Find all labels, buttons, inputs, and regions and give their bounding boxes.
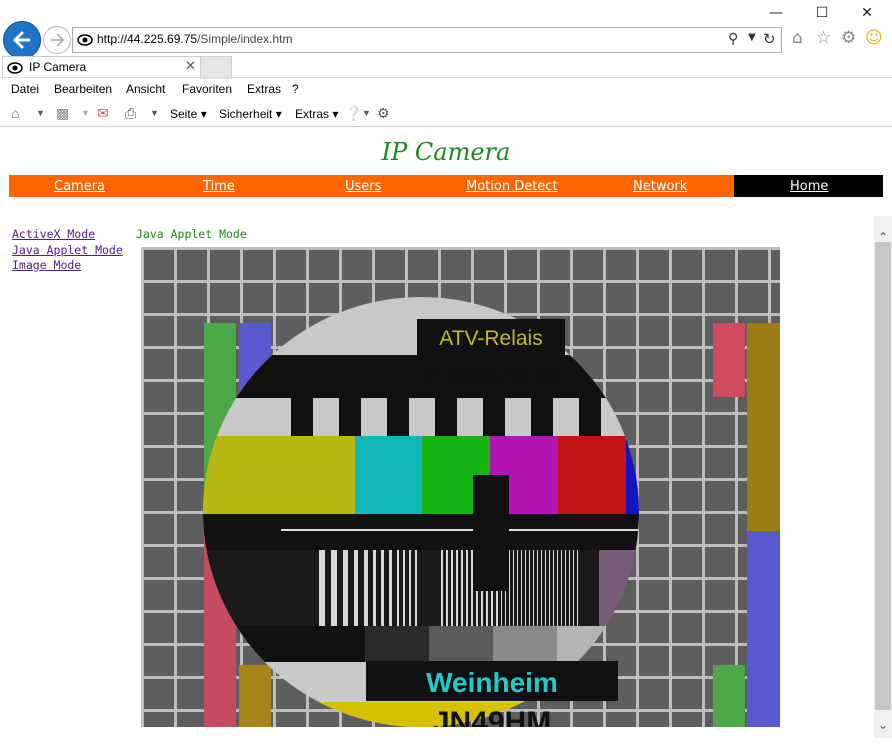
menu-help[interactable]: ?	[292, 82, 299, 96]
tab-title: IP Camera	[29, 60, 87, 74]
nav-time[interactable]: Time	[203, 179, 235, 194]
vertical-scrollbar[interactable]: ⌃ ⌄	[874, 216, 892, 738]
home-icon[interactable]: ⌂	[11, 105, 19, 121]
scrollbar-thumb[interactable]	[875, 242, 891, 710]
home-icon[interactable]: ⌂	[792, 28, 803, 48]
activex-mode-link[interactable]: ActiveX Mode	[12, 227, 95, 241]
minimize-icon[interactable]: —	[761, 3, 791, 23]
gear-icon[interactable]: ⚙	[841, 28, 856, 48]
search-icon[interactable]: ⚲	[728, 31, 738, 47]
close-icon[interactable]: ✕	[852, 3, 882, 23]
tab-strip: IP Camera ✕	[0, 56, 892, 79]
page-favicon-icon	[77, 34, 93, 46]
nav-motion-detect[interactable]: Motion Detect	[466, 179, 558, 194]
locator-label: JN49HM	[433, 706, 551, 727]
chevron-down-icon[interactable]: ▼	[81, 108, 90, 118]
forward-arrow-icon	[51, 33, 65, 47]
research-icon[interactable]: ⚙	[377, 105, 390, 122]
scroll-down-icon[interactable]: ⌄	[875, 716, 891, 734]
safety-menu-label: Sicherheit	[219, 107, 273, 121]
image-mode-link[interactable]: Image Mode	[12, 258, 81, 272]
tools-menu[interactable]: Extras ▾	[295, 107, 338, 121]
nav-camera[interactable]: Camera	[54, 179, 105, 194]
command-bar: ⌂ ▼ ▩ ▼ ✉ ⎙ ▼ Seite ▾ Sicherheit ▾ Extra…	[0, 101, 892, 125]
page-menu[interactable]: Seite ▾	[170, 107, 207, 121]
city-label: Weinheim	[426, 667, 558, 698]
help-icon[interactable]: ❔	[345, 105, 362, 122]
menu-view[interactable]: Ansicht	[126, 82, 165, 96]
chevron-down-icon[interactable]: ▼	[362, 108, 371, 118]
back-button[interactable]	[3, 21, 41, 59]
rss-feed-icon[interactable]: ▩	[56, 105, 69, 122]
test-pattern-image: ATV-Relais DBØUKW Weinheim JN49HM	[141, 247, 780, 727]
callsign-label: DBØUKW	[422, 361, 561, 394]
star-icon[interactable]: ☆	[816, 28, 831, 48]
atv-relais-label: ATV-Relais	[439, 327, 542, 350]
menu-favorites[interactable]: Favoriten	[182, 82, 232, 96]
menu-edit[interactable]: Bearbeiten	[54, 82, 112, 96]
tools-menu-label: Extras	[295, 107, 330, 121]
mode-label: Java Applet Mode	[136, 227, 247, 241]
menu-bar: Datei Bearbeiten Ansicht Favoriten Extra…	[0, 78, 892, 100]
chevron-down-icon[interactable]: ▼	[36, 108, 45, 118]
divider	[0, 126, 892, 127]
eye-favicon-icon	[7, 62, 23, 74]
mail-icon[interactable]: ✉	[97, 105, 109, 122]
nav-network[interactable]: Network	[633, 179, 687, 194]
address-bar[interactable]: http://44.225.69.75/Simple/index.htm ⚲ ▼…	[72, 27, 782, 53]
print-icon[interactable]: ⎙	[125, 105, 136, 122]
chevron-down-icon[interactable]: ▼	[150, 108, 159, 118]
address-url[interactable]: http://44.225.69.75/Simple/index.htm	[97, 32, 292, 46]
forward-button[interactable]	[43, 26, 71, 54]
smiley-icon[interactable]: ☺	[865, 28, 883, 48]
maximize-icon[interactable]: ☐	[807, 3, 837, 23]
java-applet-mode-link[interactable]: Java Applet Mode	[12, 243, 123, 257]
nav-home[interactable]: Home	[790, 179, 828, 194]
close-tab-icon[interactable]: ✕	[185, 59, 196, 74]
tab-ip-camera[interactable]: IP Camera ✕	[2, 56, 201, 79]
chevron-down-icon[interactable]: ▼	[748, 32, 756, 43]
menu-tools[interactable]: Extras	[247, 82, 281, 96]
main-nav: Camera Time Users Motion Detect Network …	[9, 175, 883, 197]
nav-users[interactable]: Users	[345, 179, 381, 194]
window-titlebar: — ☐ ✕	[0, 0, 892, 26]
nav-home-active[interactable]: Home	[734, 175, 883, 197]
safety-menu[interactable]: Sicherheit ▾	[219, 107, 282, 121]
camera-stream: ATV-Relais DBØUKW Weinheim JN49HM	[141, 247, 780, 727]
page-menu-label: Seite	[170, 107, 198, 121]
new-tab-button[interactable]	[200, 56, 232, 79]
refresh-icon[interactable]: ↻	[763, 30, 776, 48]
back-arrow-icon	[13, 31, 31, 49]
menu-file[interactable]: Datei	[11, 82, 39, 96]
page-title: IP Camera	[381, 138, 511, 166]
